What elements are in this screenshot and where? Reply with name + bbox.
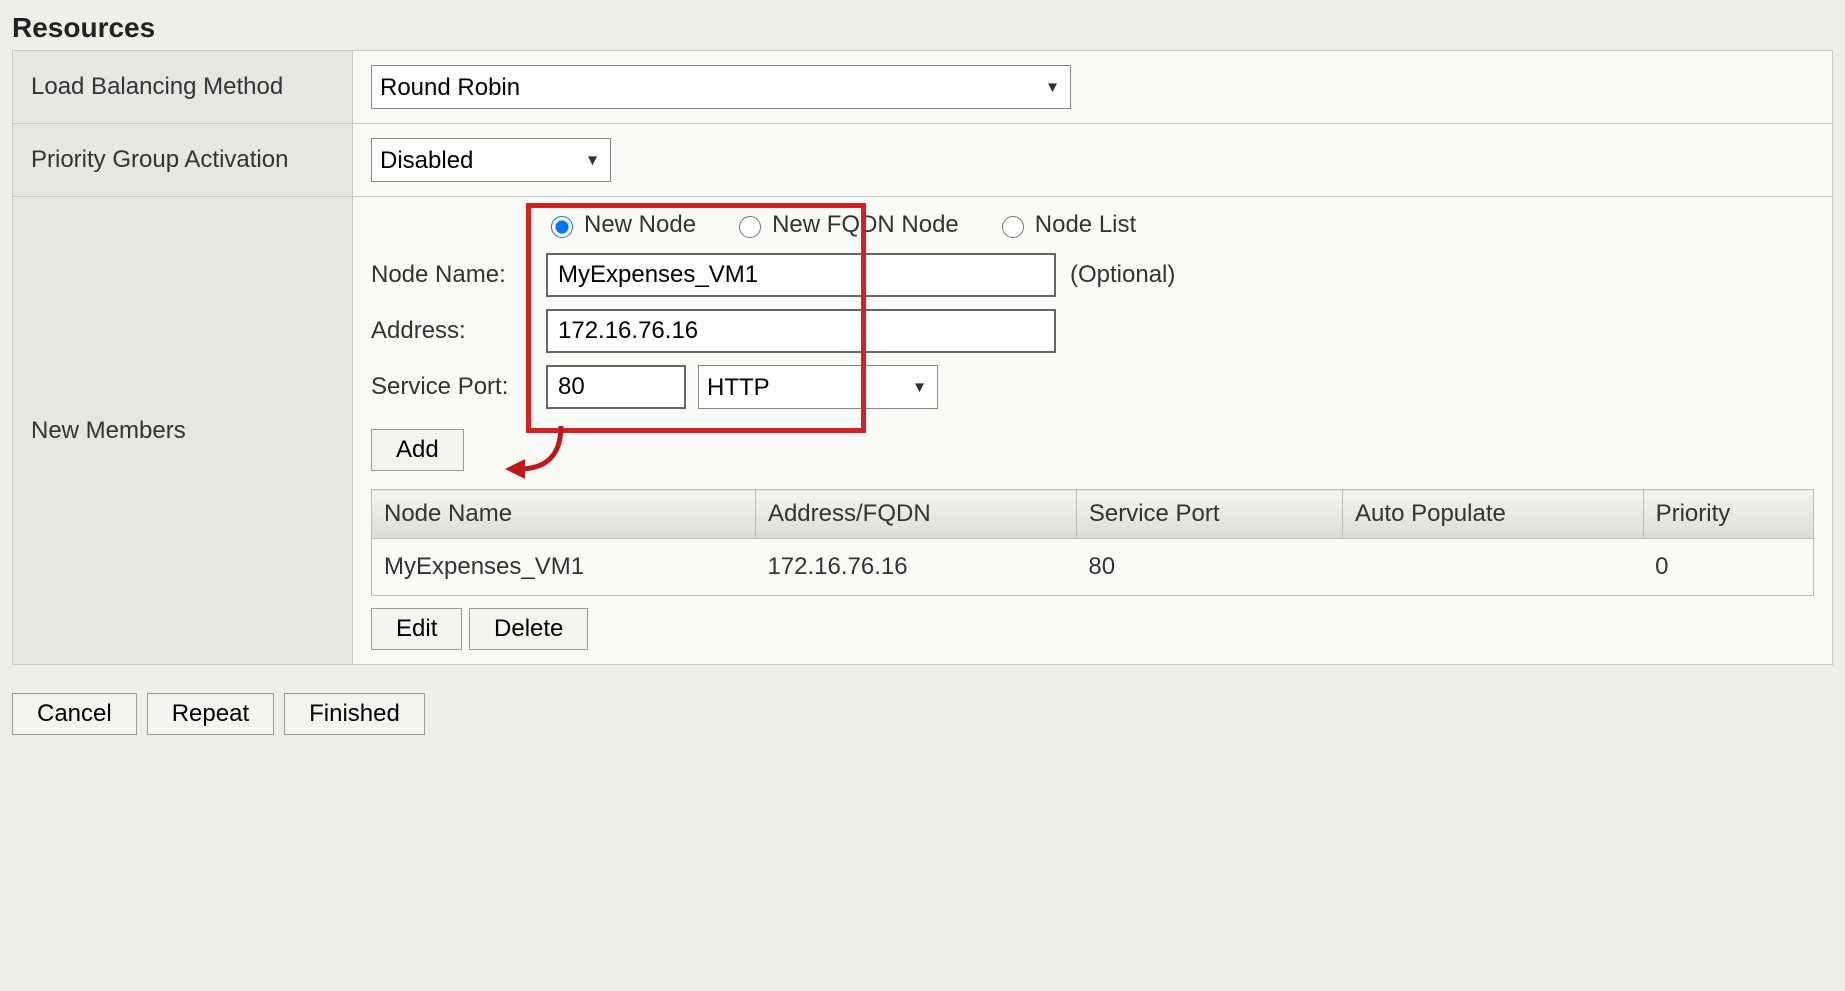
radio-node-list-input[interactable] xyxy=(1002,216,1024,238)
delete-button[interactable]: Delete xyxy=(469,608,588,650)
cancel-button[interactable]: Cancel xyxy=(12,693,137,735)
resources-table: Load Balancing Method Round Robin ▾ Prio… xyxy=(12,50,1833,665)
cell-node-name: MyExpenses_VM1 xyxy=(372,539,756,596)
col-address: Address/FQDN xyxy=(755,490,1076,539)
radio-new-fqdn-label: New FQDN Node xyxy=(772,211,959,239)
cell-auto-populate xyxy=(1343,539,1644,596)
section-title: Resources xyxy=(12,12,1833,44)
finished-button[interactable]: Finished xyxy=(284,693,425,735)
radio-node-list-label: Node List xyxy=(1035,211,1136,239)
radio-new-node-input[interactable] xyxy=(551,216,573,238)
label-node-name: Node Name: xyxy=(371,261,546,289)
node-name-optional: (Optional) xyxy=(1070,261,1175,289)
row-node-name: Node Name: (Optional) xyxy=(371,253,1814,297)
radio-new-node-label: New Node xyxy=(584,211,696,239)
address-input[interactable] xyxy=(546,309,1056,353)
label-address: Address: xyxy=(371,317,546,345)
col-priority: Priority xyxy=(1643,490,1813,539)
lb-method-select[interactable]: Round Robin xyxy=(371,65,1071,109)
cell-priority-group: Disabled ▾ xyxy=(353,124,1833,197)
member-form: New Node New FQDN Node Node List Node Na… xyxy=(371,211,1814,650)
cell-priority: 0 xyxy=(1643,539,1813,596)
label-lb-method: Load Balancing Method xyxy=(13,51,353,124)
col-node-name: Node Name xyxy=(372,490,756,539)
node-name-input[interactable] xyxy=(546,253,1056,297)
cell-service-port: 80 xyxy=(1076,539,1342,596)
col-service-port: Service Port xyxy=(1076,490,1342,539)
row-address: Address: xyxy=(371,309,1814,353)
cell-lb-method: Round Robin ▾ xyxy=(353,51,1833,124)
col-auto-populate: Auto Populate xyxy=(1343,490,1644,539)
label-new-members: New Members xyxy=(13,197,353,665)
radio-new-node[interactable]: New Node xyxy=(546,211,696,239)
label-service-port: Service Port: xyxy=(371,373,546,401)
cell-new-members: New Node New FQDN Node Node List Node Na… xyxy=(353,197,1833,665)
radio-node-list[interactable]: Node List xyxy=(997,211,1136,239)
service-port-proto-select[interactable]: HTTP xyxy=(698,365,938,409)
add-button[interactable]: Add xyxy=(371,429,464,471)
cell-address: 172.16.76.16 xyxy=(755,539,1076,596)
repeat-button[interactable]: Repeat xyxy=(147,693,274,735)
footer-buttons: Cancel Repeat Finished xyxy=(12,693,1833,735)
table-row[interactable]: MyExpenses_VM1 172.16.76.16 80 0 xyxy=(372,539,1814,596)
service-port-input[interactable] xyxy=(546,365,686,409)
radio-new-fqdn[interactable]: New FQDN Node xyxy=(734,211,959,239)
priority-group-select[interactable]: Disabled xyxy=(371,138,611,182)
node-type-radios: New Node New FQDN Node Node List xyxy=(371,211,1814,239)
label-priority-group: Priority Group Activation xyxy=(13,124,353,197)
row-service-port: Service Port: HTTP ▾ xyxy=(371,365,1814,409)
radio-new-fqdn-input[interactable] xyxy=(739,216,761,238)
members-table: Node Name Address/FQDN Service Port Auto… xyxy=(371,489,1814,596)
edit-button[interactable]: Edit xyxy=(371,608,462,650)
